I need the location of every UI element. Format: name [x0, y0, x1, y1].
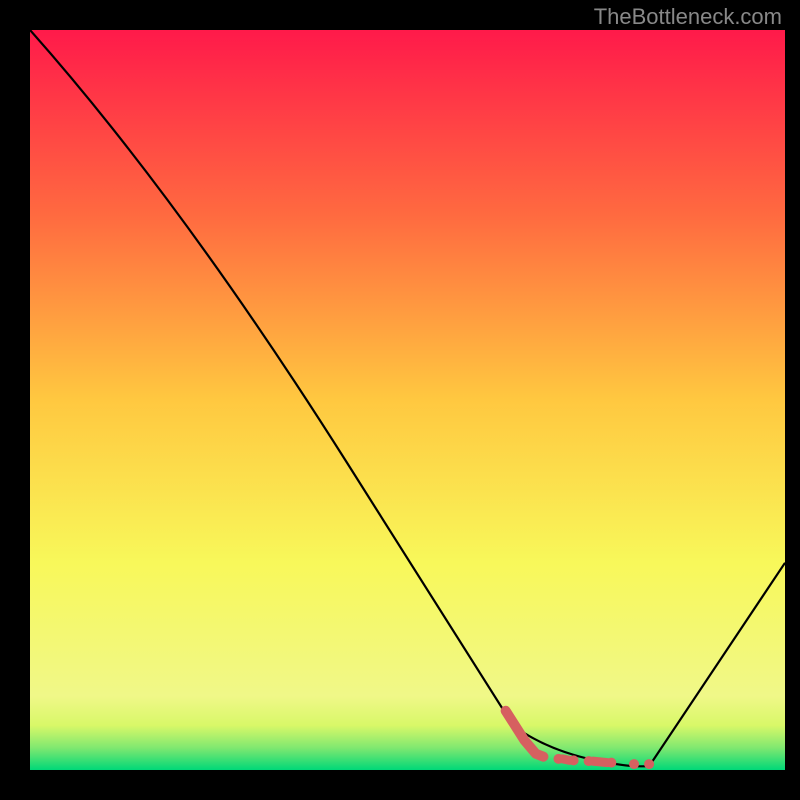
watermark-text: TheBottleneck.com: [594, 4, 782, 30]
chart-container: TheBottleneck.com: [0, 0, 800, 800]
plot-area: [30, 30, 785, 770]
chart-svg: [30, 30, 785, 770]
gradient-background: [30, 30, 785, 770]
